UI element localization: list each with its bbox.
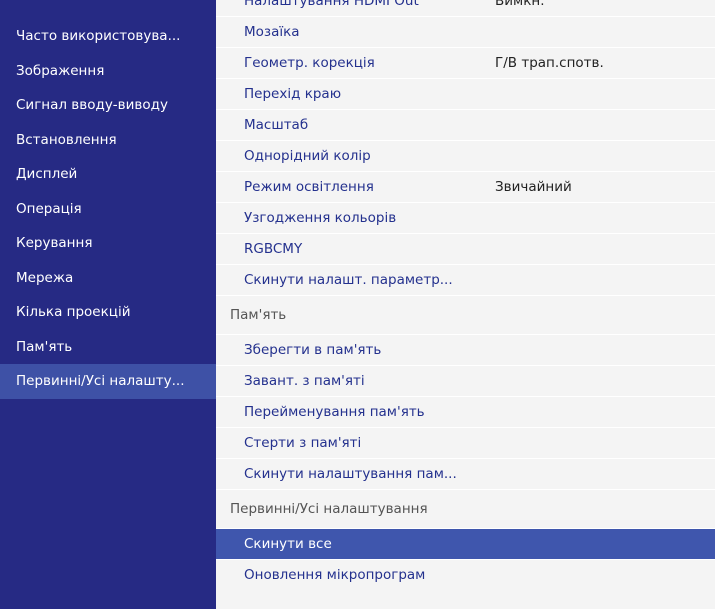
menu-item-label: Завант. з пам'яті <box>244 373 365 389</box>
menu-item-label: RGBCMY <box>244 241 303 257</box>
menu-item-label: Перехід краю <box>244 86 342 102</box>
menu-item[interactable]: Перейменування пам'ять <box>216 396 715 427</box>
menu-item-label: Скинути налаштування пам... <box>244 466 457 482</box>
menu-item[interactable]: Режим освітлення Звичайний <box>216 171 715 202</box>
submenu-panel: Налаштування HDMI Out Вимкн. Мозаїка Геомет… <box>216 0 715 609</box>
menu-item[interactable]: Оновлення мікропрограм <box>216 559 715 590</box>
sidebar-item-5[interactable]: Операція <box>0 192 216 227</box>
section-header-label: Первинні/Усі налаштування <box>230 501 428 517</box>
section-header: Пам'ять <box>216 295 715 334</box>
section-header-label: Пам'ять <box>230 307 287 323</box>
menu-item-label: Однорідний колір <box>244 148 371 164</box>
menu-item[interactable]: Завант. з пам'яті <box>216 365 715 396</box>
menu-item[interactable]: Скинути налаштування пам... <box>216 458 715 489</box>
menu-item-label: Узгодження кольорів <box>244 210 397 226</box>
menu-item[interactable]: Перехід краю <box>216 78 715 109</box>
submenu-list: Налаштування HDMI Out Вимкн. Мозаїка Геомет… <box>216 0 715 590</box>
menu-item[interactable]: Геометр. корекція Г/В трап.спотв. <box>216 47 715 78</box>
menu-item[interactable]: Скинути налашт. параметр... <box>216 264 715 295</box>
menu-item-label: Зберегти в пам'ять <box>244 342 382 358</box>
menu-item-label: Скинути все <box>244 536 332 552</box>
sidebar-item-7[interactable]: Мережа <box>0 261 216 296</box>
sidebar-item-0[interactable]: Часто використовува... <box>0 19 216 54</box>
menu-item[interactable]: Налаштування HDMI Out Вимкн. <box>216 0 715 16</box>
sidebar-menu: Часто використовува... Зображення Сигнал в… <box>0 0 216 609</box>
menu-item-label: Стерти з пам'яті <box>244 435 362 451</box>
menu-item[interactable]: RGBCMY <box>216 233 715 264</box>
sidebar-item-1[interactable]: Зображення <box>0 54 216 89</box>
menu-item-label: Оновлення мікропрограм <box>244 567 426 583</box>
menu-item-label: Масштаб <box>244 117 309 133</box>
sidebar-item-4[interactable]: Дисплей <box>0 157 216 192</box>
menu-item-label: Перейменування пам'ять <box>244 404 425 420</box>
menu-item-label: Геометр. корекція <box>244 55 375 71</box>
sidebar-item-9[interactable]: Пам'ять <box>0 330 216 365</box>
menu-item-label: Режим освітлення <box>244 179 374 195</box>
sidebar-item-6[interactable]: Керування <box>0 226 216 261</box>
projector-menu-screen: Часто використовува... Зображення Сигнал в… <box>0 0 715 609</box>
menu-item[interactable]: Однорідний колір <box>216 140 715 171</box>
sidebar-item-8[interactable]: Кілька проекцій <box>0 295 216 330</box>
sidebar-item-2[interactable]: Сигнал вводу-виводу <box>0 88 216 123</box>
menu-item-label: Скинути налашт. параметр... <box>244 272 453 288</box>
menu-item[interactable]: Стерти з пам'яті <box>216 427 715 458</box>
menu-item-label: Мозаїка <box>244 24 300 40</box>
menu-item-label: Налаштування HDMI Out <box>244 0 419 9</box>
sidebar-item-3[interactable]: Встановлення <box>0 123 216 158</box>
sidebar-item-10[interactable]: Первинні/Усі налашту... <box>0 364 216 399</box>
menu-item-value: Вимкн. <box>495 0 545 9</box>
menu-item[interactable]: Узгодження кольорів <box>216 202 715 233</box>
menu-item-value: Звичайний <box>495 179 572 195</box>
menu-item[interactable]: Зберегти в пам'ять <box>216 334 715 365</box>
menu-item-value: Г/В трап.спотв. <box>495 55 604 71</box>
menu-item[interactable]: Скинути все <box>216 528 715 559</box>
section-header: Первинні/Усі налаштування <box>216 489 715 528</box>
menu-item[interactable]: Мозаїка <box>216 16 715 47</box>
menu-item[interactable]: Масштаб <box>216 109 715 140</box>
